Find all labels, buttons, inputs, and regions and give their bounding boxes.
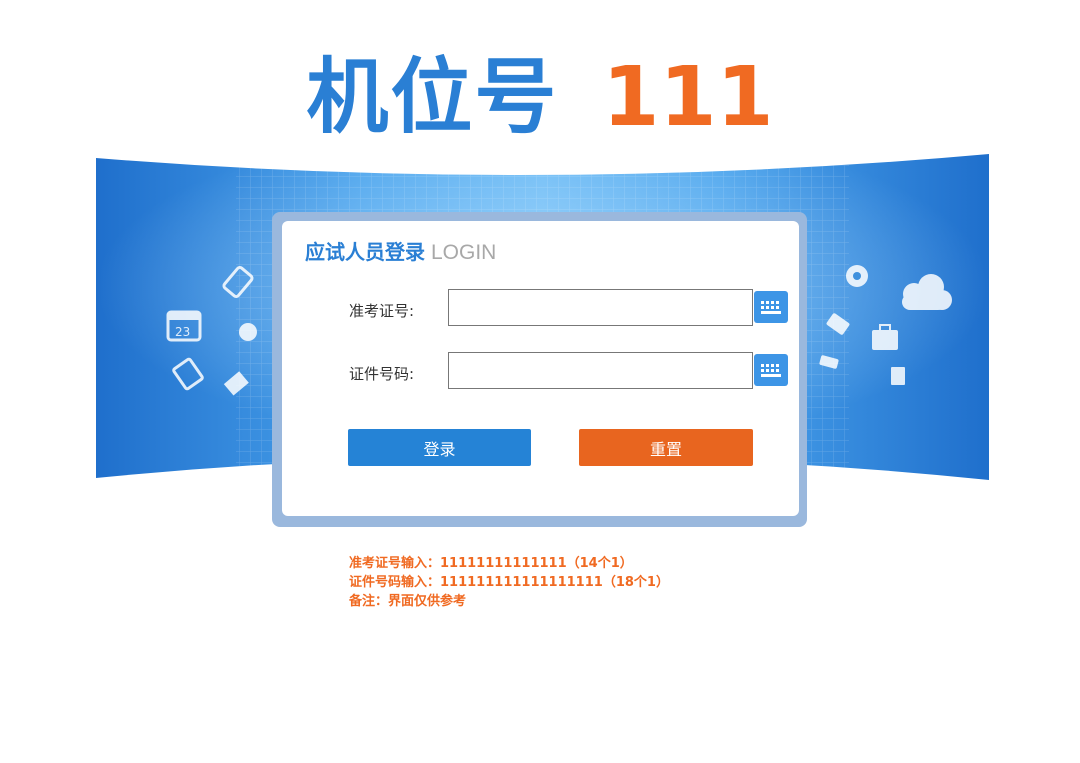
seat-label: 机位号 — [306, 50, 559, 145]
seat-number: 111 — [602, 50, 774, 145]
note-remark: 备注：界面仅供参考 — [349, 594, 467, 609]
exam-number-label: 准考证号: — [349, 302, 415, 320]
exam-number-input[interactable] — [448, 289, 753, 326]
keyboard-icon[interactable] — [754, 291, 788, 323]
gear-icon — [846, 265, 868, 287]
note-id-number: 证件号码输入：111111111111111111（18个1） — [349, 575, 669, 590]
login-title: 应试人员登录 LOGIN — [305, 239, 496, 266]
login-button[interactable]: 登录 — [348, 429, 531, 466]
reset-button[interactable]: 重置 — [579, 429, 753, 466]
page-header: 机位号 111 — [0, 50, 1080, 146]
keyboard-icon[interactable] — [754, 354, 788, 386]
note-exam-number: 准考证号输入：11111111111111（14个1） — [349, 556, 633, 571]
login-title-en: LOGIN — [431, 241, 497, 264]
globe-icon — [239, 323, 257, 341]
svg-text:23: 23 — [175, 325, 190, 339]
login-title-cn: 应试人员登录 — [305, 240, 425, 264]
login-panel: 应试人员登录 LOGIN 准考证号: 证件号码: 登录 重置 — [282, 221, 799, 516]
id-number-input[interactable] — [448, 352, 753, 389]
contact-book-icon — [891, 367, 905, 385]
input-notes: 准考证号输入：11111111111111（14个1） 证件号码输入：11111… — [349, 554, 669, 611]
id-number-label: 证件号码: — [349, 365, 415, 383]
